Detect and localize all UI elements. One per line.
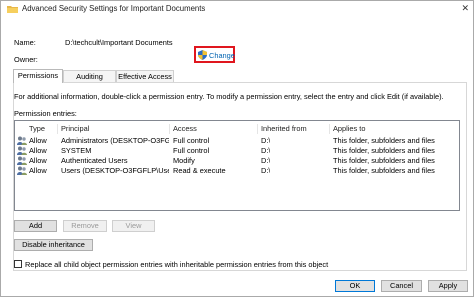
title-bar[interactable]: Advanced Security Settings for Important…: [1, 1, 473, 18]
column-access[interactable]: Access: [173, 124, 197, 133]
entry-access: Read & execute: [173, 166, 226, 175]
entry-principal: Authenticated Users: [61, 156, 128, 165]
tab-effective-access-label: Effective Access: [118, 72, 172, 81]
cancel-button[interactable]: Cancel: [381, 280, 422, 292]
advanced-security-settings-window: Advanced Security Settings for Important…: [0, 0, 474, 297]
entry-applies-to: This folder, subfolders and files: [333, 136, 435, 145]
users-icon: [17, 156, 27, 165]
entry-principal: Administrators (DESKTOP-O3FGF...: [61, 136, 169, 145]
dialog-button-bar: OK Cancel Apply: [1, 276, 473, 296]
entry-inherited-from: D:\: [261, 156, 271, 165]
info-text: For additional information, double-click…: [14, 92, 444, 101]
apply-button[interactable]: Apply: [428, 280, 468, 292]
column-inherited-from[interactable]: Inherited from: [261, 124, 307, 133]
entry-inherited-from: D:\: [261, 166, 271, 175]
entry-applies-to: This folder, subfolders and files: [333, 146, 435, 155]
add-button[interactable]: Add: [14, 220, 57, 232]
entry-access: Full control: [173, 146, 210, 155]
remove-button[interactable]: Remove: [63, 220, 107, 232]
column-separator: [169, 124, 170, 134]
table-row[interactable]: Allow Authenticated Users Modify D:\ Thi…: [15, 156, 459, 166]
permission-entries-list[interactable]: Type Principal Access Inherited from App…: [14, 120, 460, 211]
column-separator: [57, 124, 58, 134]
disable-inheritance-button[interactable]: Disable inheritance: [14, 239, 93, 251]
entry-type: Allow: [29, 166, 47, 175]
entry-type: Allow: [29, 136, 47, 145]
name-value: D:\techcult\Important Documents: [65, 38, 173, 47]
column-separator: [257, 124, 258, 134]
window-title: Advanced Security Settings for Important…: [22, 4, 206, 13]
change-owner-highlight[interactable]: Change: [194, 46, 235, 63]
column-principal[interactable]: Principal: [61, 124, 89, 133]
table-row[interactable]: Allow Administrators (DESKTOP-O3FGF... F…: [15, 136, 459, 146]
tab-permissions-label: Permissions: [17, 71, 59, 80]
users-icon: [17, 166, 27, 175]
entry-access: Full control: [173, 136, 210, 145]
tab-effective-access[interactable]: Effective Access: [116, 70, 174, 82]
folder-icon: [7, 6, 18, 13]
list-header: Type Principal Access Inherited from App…: [15, 124, 459, 134]
tab-auditing[interactable]: Auditing: [63, 70, 116, 82]
entry-inherited-from: D:\: [261, 146, 271, 155]
entry-access: Modify: [173, 156, 195, 165]
view-button[interactable]: View: [112, 220, 155, 232]
close-icon[interactable]: ✕: [461, 3, 469, 14]
entry-applies-to: This folder, subfolders and files: [333, 156, 435, 165]
entry-principal: SYSTEM: [61, 146, 92, 155]
column-separator: [329, 124, 330, 134]
table-row[interactable]: Allow Users (DESKTOP-O3FGFLP\Users) Read…: [15, 166, 459, 176]
entry-inherited-from: D:\: [261, 136, 271, 145]
change-owner-link[interactable]: Change: [209, 51, 235, 60]
replace-child-permissions-label: Replace all child object permission entr…: [25, 260, 329, 269]
users-icon: [17, 146, 27, 155]
shield-icon: [198, 50, 207, 60]
entry-type: Allow: [29, 146, 47, 155]
replace-child-permissions-checkbox[interactable]: [14, 260, 22, 268]
tab-auditing-label: Auditing: [76, 72, 103, 81]
column-applies-to[interactable]: Applies to: [333, 124, 365, 133]
table-row[interactable]: Allow SYSTEM Full control D:\ This folde…: [15, 146, 459, 156]
entry-applies-to: This folder, subfolders and files: [333, 166, 435, 175]
entry-principal: Users (DESKTOP-O3FGFLP\Users): [61, 166, 169, 175]
owner-label: Owner:: [14, 55, 38, 64]
ok-button[interactable]: OK: [335, 280, 375, 292]
name-label: Name:: [14, 38, 36, 47]
entry-type: Allow: [29, 156, 47, 165]
permission-entries-label: Permission entries:: [14, 109, 77, 118]
column-type[interactable]: Type: [29, 124, 45, 133]
tab-permissions[interactable]: Permissions: [13, 69, 63, 83]
users-icon: [17, 136, 27, 145]
